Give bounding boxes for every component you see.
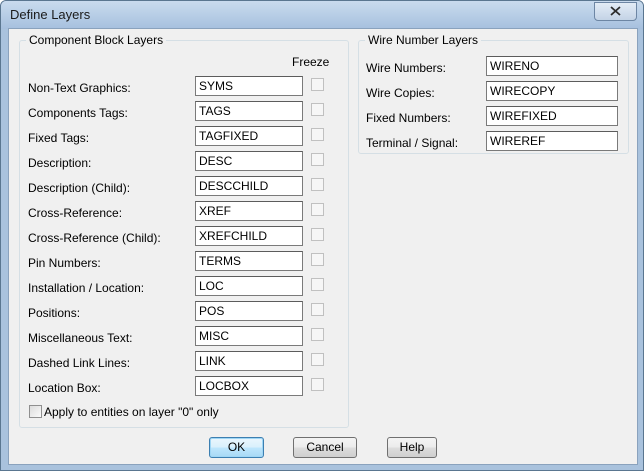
layer-input-positions[interactable]: POS — [195, 301, 303, 321]
row-label-installation-location: Installation / Location: — [28, 281, 145, 295]
wire-group-title: Wire Number Layers — [365, 33, 482, 47]
close-button[interactable] — [594, 2, 637, 21]
row-label-components-tags: Components Tags: — [28, 106, 128, 120]
layer-input-description[interactable]: DESC — [195, 151, 303, 171]
layer-input-wire-numbers[interactable]: WIRENO — [486, 56, 618, 76]
row-label-positions: Positions: — [28, 306, 81, 320]
cancel-button[interactable]: Cancel — [293, 437, 357, 458]
layer-input-terminal-signal[interactable]: WIREREF — [486, 131, 618, 151]
freeze-checkbox-cross-reference[interactable] — [311, 203, 324, 216]
layer-input-dashed-link-lines[interactable]: LINK — [195, 351, 303, 371]
layer-input-pin-numbers[interactable]: TERMS — [195, 251, 303, 271]
freeze-checkbox-description-child[interactable] — [311, 178, 324, 191]
layer-input-cross-reference-child[interactable]: XREFCHILD — [195, 226, 303, 246]
row-label-wire-numbers: Wire Numbers: — [366, 61, 447, 75]
row-label-description: Description: — [28, 156, 92, 170]
freeze-checkbox-location-box[interactable] — [311, 378, 324, 391]
layer-input-non-text-graphics[interactable]: SYMS — [195, 76, 303, 96]
freeze-checkbox-positions[interactable] — [311, 303, 324, 316]
freeze-checkbox-dashed-link-lines[interactable] — [311, 353, 324, 366]
freeze-checkbox-pin-numbers[interactable] — [311, 253, 324, 266]
layer-input-fixed-numbers[interactable]: WIREFIXED — [486, 106, 618, 126]
freeze-checkbox-non-text-graphics[interactable] — [311, 78, 324, 91]
layer-input-description-child[interactable]: DESCCHILD — [195, 176, 303, 196]
window-title: Define Layers — [10, 7, 91, 22]
layer-input-miscellaneous-text[interactable]: MISC — [195, 326, 303, 346]
layer-input-wire-copies[interactable]: WIRECOPY — [486, 81, 618, 101]
row-label-fixed-tags: Fixed Tags: — [28, 131, 90, 145]
apply-layer0-label[interactable]: Apply to entities on layer "0" only — [44, 405, 219, 419]
freeze-checkbox-cross-reference-child[interactable] — [311, 228, 324, 241]
row-label-cross-reference-child: Cross-Reference (Child): — [28, 231, 161, 245]
row-label-dashed-link-lines: Dashed Link Lines: — [28, 356, 131, 370]
row-label-wire-copies: Wire Copies: — [366, 86, 435, 100]
close-icon — [610, 6, 621, 16]
layer-input-fixed-tags[interactable]: TAGFIXED — [195, 126, 303, 146]
freeze-checkbox-description[interactable] — [311, 153, 324, 166]
ok-button[interactable]: OK — [209, 437, 264, 458]
component-group-title: Component Block Layers — [26, 33, 167, 47]
row-label-cross-reference: Cross-Reference: — [28, 206, 123, 220]
define-layers-dialog: Define Layers Component Block Layers Fre… — [0, 0, 644, 471]
freeze-checkbox-miscellaneous-text[interactable] — [311, 328, 324, 341]
title-bar[interactable]: Define Layers — [1, 1, 643, 29]
wire-number-layers-group: Wire Number Layers Wire Numbers: WIRENO … — [358, 33, 629, 154]
freeze-checkbox-fixed-tags[interactable] — [311, 128, 324, 141]
row-label-miscellaneous-text: Miscellaneous Text: — [28, 331, 133, 345]
layer-input-cross-reference[interactable]: XREF — [195, 201, 303, 221]
layer-input-installation-location[interactable]: LOC — [195, 276, 303, 296]
help-button[interactable]: Help — [387, 437, 437, 458]
layer-input-location-box[interactable]: LOCBOX — [195, 376, 303, 396]
row-label-pin-numbers: Pin Numbers: — [28, 256, 101, 270]
freeze-checkbox-components-tags[interactable] — [311, 103, 324, 116]
component-block-layers-group: Component Block Layers Freeze Non-Text G… — [19, 33, 349, 428]
dialog-body: Component Block Layers Freeze Non-Text G… — [8, 28, 638, 465]
row-label-location-box: Location Box: — [28, 381, 101, 395]
row-label-terminal-signal: Terminal / Signal: — [366, 136, 459, 150]
freeze-column-header: Freeze — [292, 55, 330, 69]
row-label-non-text-graphics: Non-Text Graphics: — [28, 81, 131, 95]
row-label-fixed-numbers: Fixed Numbers: — [366, 111, 451, 125]
layer-input-components-tags[interactable]: TAGS — [195, 101, 303, 121]
row-label-description-child: Description (Child): — [28, 181, 131, 195]
apply-layer0-checkbox[interactable] — [29, 405, 42, 418]
freeze-checkbox-installation-location[interactable] — [311, 278, 324, 291]
